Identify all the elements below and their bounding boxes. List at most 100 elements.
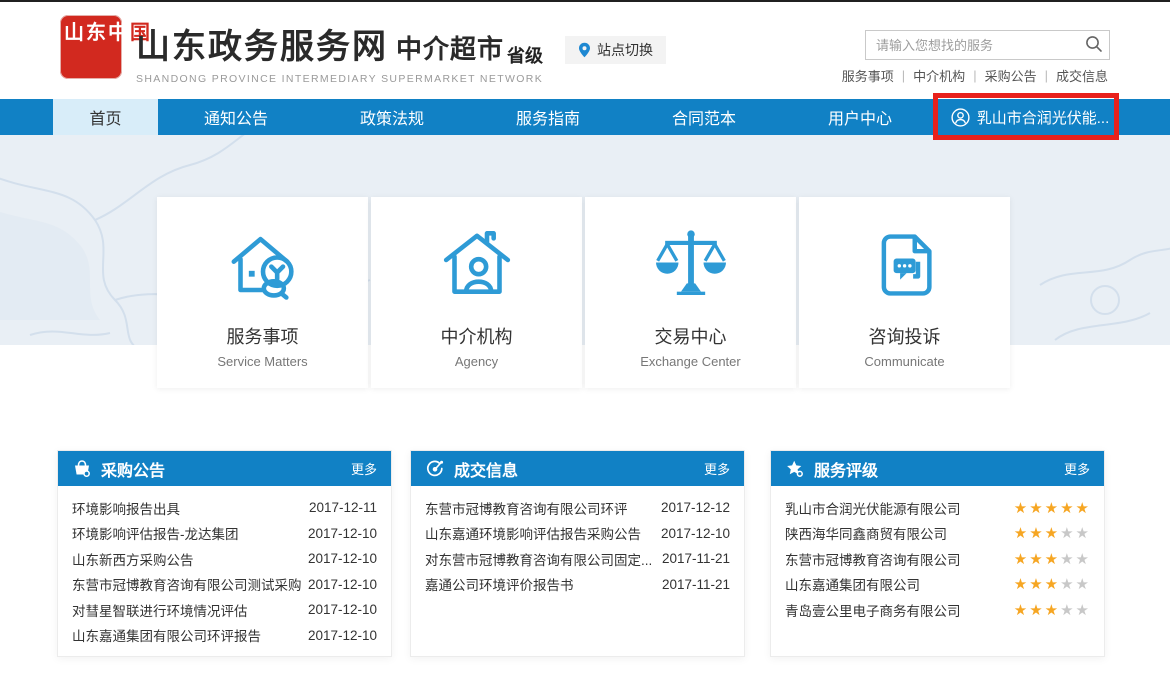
- search-button[interactable]: [1082, 33, 1106, 57]
- company-name[interactable]: 乳山市合润光伏能源有限公司: [785, 498, 961, 518]
- item-date: 2017-12-10: [308, 526, 377, 541]
- seal-char: 山: [64, 19, 84, 75]
- star-filled-icon: ★: [1029, 499, 1043, 517]
- card-subtitle: Agency: [455, 354, 498, 369]
- ratings-list: 乳山市合润光伏能源有限公司★★★★★陕西海华同鑫商贸有限公司★★★★★东营市冠博…: [771, 486, 1104, 623]
- nav-item-4[interactable]: 服务指南: [470, 99, 626, 135]
- rating-row: 山东嘉通集团有限公司 ★★★★★: [785, 572, 1090, 598]
- deals-more-link[interactable]: 更多: [704, 459, 730, 478]
- item-title[interactable]: 环境影响报告出具: [72, 498, 180, 518]
- seal-char: 中: [108, 19, 128, 75]
- star-filled-icon: ★: [1014, 550, 1028, 568]
- search-input[interactable]: [865, 30, 1110, 60]
- item-date: 2017-12-10: [308, 602, 377, 617]
- deals-panel-title: 成交信息: [454, 457, 695, 481]
- nav-user-label: 乳山市合润光伏能...: [977, 107, 1110, 128]
- card-title: 咨询投诉: [869, 323, 941, 349]
- star-empty-icon: ★: [1076, 575, 1090, 593]
- nav-item-6[interactable]: 用户中心: [782, 99, 938, 135]
- card-3[interactable]: 交易中心 Exchange Center: [585, 197, 796, 388]
- deals-panel: 成交信息 更多 东营市冠博教育咨询有限公司环评 2017-12-12 山东嘉通环境影…: [410, 450, 745, 657]
- item-title[interactable]: 对东营市冠博教育咨询有限公司固定...: [425, 549, 652, 569]
- item-title[interactable]: 山东嘉通环境影响评估报告采购公告: [425, 523, 641, 543]
- item-title[interactable]: 嘉通公司环境评价报告书: [425, 574, 574, 594]
- rating-row: 东营市冠博教育咨询有限公司★★★★★: [785, 546, 1090, 572]
- ratings-more-link[interactable]: 更多: [1064, 459, 1090, 478]
- item-date: 2017-12-10: [661, 526, 730, 541]
- search-box: [865, 30, 1110, 60]
- list-item: 东营市冠博教育咨询有限公司测试采购 2017-12-10: [72, 572, 377, 598]
- item-title[interactable]: 环境影响评估报告-龙达集团: [72, 523, 239, 543]
- card-4[interactable]: 咨询投诉Communicate: [799, 197, 1010, 388]
- seal-char: 东: [86, 19, 106, 75]
- site-logo[interactable]: 山 东 中 国 山东政务服务网 中介超市 SHANDONG PROVINCE I…: [60, 15, 543, 85]
- procurement-panel: 采购公告 更多 环境影响报告出具2017-12-11环境影响评估报告-龙达集团2…: [57, 450, 392, 657]
- star-filled-icon: ★: [1045, 499, 1059, 517]
- card-2[interactable]: 中介机构 Agency: [371, 197, 582, 388]
- quick-link-3[interactable]: 采购公告: [985, 66, 1037, 85]
- company-name[interactable]: 陕西海华同鑫商贸有限公司: [785, 523, 947, 543]
- level-label: 省级: [507, 42, 543, 68]
- list-item: 环境影响报告出具 2017-12-11: [72, 495, 377, 521]
- rating-row: 乳山市合润光伏能源有限公司★★★★★: [785, 495, 1090, 521]
- title-block: 山东政务服务网 中介超市 SHANDONG PROVINCE INTERMEDI…: [136, 15, 543, 85]
- item-title[interactable]: 山东嘉通集团有限公司环评报告: [72, 625, 261, 645]
- quick-link-4[interactable]: 成交信息: [1056, 66, 1108, 85]
- house-chat-icon: [222, 197, 304, 309]
- star-rating: ★★★★★: [1014, 524, 1090, 542]
- seal-logo-icon: 山 东 中 国: [60, 15, 122, 79]
- item-date: 2017-12-10: [308, 577, 377, 592]
- list-item: 山东嘉通集团有限公司环评报告2017-12-10: [72, 623, 377, 649]
- star-filled-icon: ★: [1076, 499, 1090, 517]
- company-name[interactable]: 东营市冠博教育咨询有限公司: [785, 549, 961, 569]
- item-title[interactable]: 对彗星智联进行环境情况评估: [72, 600, 248, 620]
- star-filled-icon: ★: [1014, 575, 1028, 593]
- quick-link-1[interactable]: 服务事项: [842, 66, 894, 85]
- star-empty-icon: ★: [1060, 524, 1074, 542]
- procurement-more-link[interactable]: 更多: [351, 459, 377, 478]
- card-1[interactable]: 服务事项Service Matters: [157, 197, 368, 388]
- star-rating: ★★★★★: [1014, 575, 1090, 593]
- star-empty-icon: ★: [1076, 524, 1090, 542]
- item-date: 2017-12-12: [661, 500, 730, 515]
- ratings-panel-header: 服务评级 更多: [771, 451, 1104, 486]
- star-filled-icon: ★: [1014, 499, 1028, 517]
- nav-item-2[interactable]: 通知公告: [158, 99, 314, 135]
- card-title: 服务事项: [227, 323, 299, 349]
- list-item: 嘉通公司环境评价报告书 2017-11-21: [425, 572, 730, 598]
- deals-panel-header: 成交信息 更多: [411, 451, 744, 486]
- card-title: 交易中心: [655, 323, 727, 349]
- star-filled-icon: ★: [1045, 550, 1059, 568]
- site-switch-button[interactable]: 站点切换: [565, 36, 666, 64]
- card-subtitle: Exchange Center: [640, 354, 740, 369]
- rating-row: 陕西海华同鑫商贸有限公司 ★★★★★: [785, 521, 1090, 547]
- star-filled-icon: ★: [1029, 575, 1043, 593]
- company-name[interactable]: 山东嘉通集团有限公司: [785, 574, 920, 594]
- site-subtitle: SHANDONG PROVINCE INTERMEDIARY SUPERMARK…: [136, 73, 543, 85]
- site-title-suffix: 中介超市: [396, 29, 504, 66]
- nav-item-1[interactable]: 首页: [53, 99, 158, 135]
- star-empty-icon: ★: [1076, 601, 1090, 619]
- star-filled-icon: ★: [1029, 601, 1043, 619]
- nav-user-item[interactable]: 乳山市合润光伏能...: [938, 99, 1122, 135]
- company-name[interactable]: 青岛壹公里电子商务有限公司: [785, 600, 961, 620]
- list-item: 对东营市冠博教育咨询有限公司固定...2017-11-21: [425, 546, 730, 572]
- item-title[interactable]: 山东新西方采购公告: [72, 549, 194, 569]
- procurement-list: 环境影响报告出具 2017-12-11 环境影响评估报告-龙达集团 2017-12-1…: [58, 486, 391, 648]
- link-separator: |: [1045, 68, 1048, 83]
- item-date: 2017-12-11: [309, 500, 377, 515]
- nav-item-3[interactable]: 政策法规: [314, 99, 470, 135]
- main-navbar: 首页通知公告政策法规服务指南合同范本用户中心 乳山市合润光伏能...: [0, 99, 1170, 135]
- quick-link-2[interactable]: 中介机构: [913, 66, 965, 85]
- site-title: 山东政务服务网: [136, 19, 388, 68]
- item-date: 2017-11-21: [662, 577, 730, 592]
- nav-item-5[interactable]: 合同范本: [626, 99, 782, 135]
- star-filled-icon: ★: [1014, 524, 1028, 542]
- card-title: 中介机构: [441, 323, 513, 349]
- star-empty-icon: ★: [1076, 550, 1090, 568]
- list-item: 对彗星智联进行环境情况评估 2017-12-10: [72, 597, 377, 623]
- item-title[interactable]: 东营市冠博教育咨询有限公司测试采购: [72, 574, 302, 594]
- list-item: 环境影响评估报告-龙达集团 2017-12-10: [72, 521, 377, 547]
- item-date: 2017-12-10: [308, 551, 377, 566]
- item-title[interactable]: 东营市冠博教育咨询有限公司环评: [425, 498, 628, 518]
